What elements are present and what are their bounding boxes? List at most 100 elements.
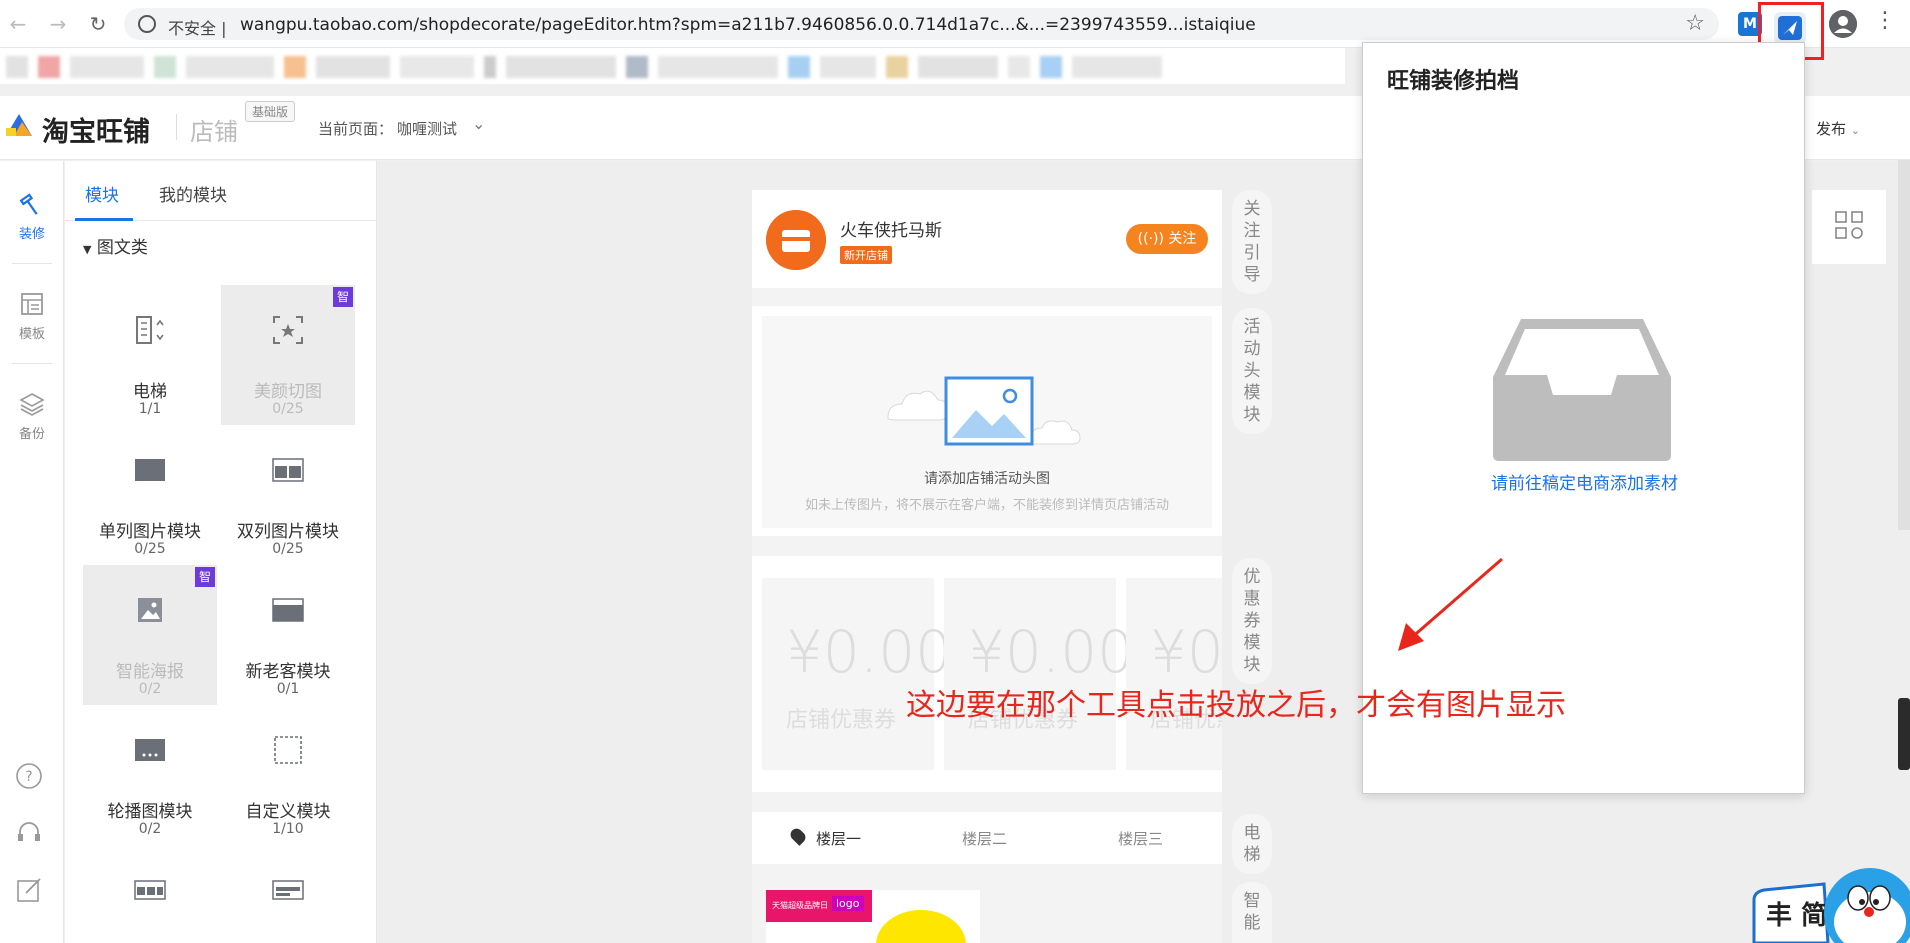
bookmark-item[interactable] (506, 56, 616, 78)
bookmark-item[interactable] (1040, 56, 1062, 78)
current-page-select[interactable]: 咖喱测试 (397, 118, 457, 139)
publish-button[interactable]: 发布 ⌄ (1816, 118, 1860, 139)
bookmark-item[interactable] (186, 56, 274, 78)
bookmark-item[interactable] (6, 56, 28, 78)
rail-item-label: 备份 (18, 427, 45, 442)
forward-arrow-icon[interactable]: → (46, 12, 70, 36)
tab-my-modules[interactable]: 我的模块 (159, 181, 227, 206)
address-bar[interactable]: 不安全 | wangpu.taobao.com/shopdecorate/pag… (124, 8, 1719, 40)
reload-icon[interactable]: ↻ (86, 12, 110, 36)
divider (12, 363, 52, 364)
bookmark-item[interactable] (886, 56, 908, 78)
activity-banner[interactable]: 请添加店铺活动头图 如未上传图片，将不展示在客户端，不能装修到详情页店铺活动 (752, 306, 1222, 536)
url-text[interactable]: wangpu.taobao.com/shopdecorate/pageEdito… (240, 15, 1256, 35)
section-label-elevator[interactable]: 电梯 (1232, 814, 1272, 874)
coupon-card: ¥0.00 店铺优惠券 (1126, 578, 1222, 770)
floor-tab[interactable]: 楼层一 (816, 828, 861, 849)
module-partial[interactable] (83, 845, 217, 943)
bookmark-item[interactable] (38, 56, 60, 78)
module-carousel[interactable]: 轮播图模块 0/2 (83, 705, 217, 845)
rail-item-backup[interactable]: 备份 (0, 389, 64, 473)
module-name: 轮播图模块 (107, 802, 193, 822)
bookmark-item[interactable] (1072, 56, 1162, 78)
promo-image[interactable]: 天猫超级品牌日 logo (766, 890, 980, 943)
category-header[interactable]: ▼ 图文类 (83, 233, 148, 258)
coupon-amount: ¥0.00 (1150, 618, 1222, 686)
coupon-module[interactable]: ¥0.00 店铺优惠券 ¥0.00 店铺优惠券 ¥0.00 店铺优惠券 (752, 556, 1222, 792)
module-name: 美颜切图 (254, 382, 322, 402)
banner-title: 请添加店铺活动头图 (924, 471, 1050, 487)
module-count: 0/25 (272, 541, 304, 557)
module-name: 电梯 (133, 382, 167, 402)
section-label-coupon[interactable]: 优惠券模块 (1232, 558, 1272, 684)
logo-icon (6, 114, 32, 136)
bookmark-item[interactable] (316, 56, 390, 78)
chevron-down-icon[interactable]: ⌄ (472, 114, 485, 133)
level-meter (1898, 698, 1910, 770)
logo-text: 淘宝旺铺 (42, 117, 150, 148)
smart-crop-icon (273, 316, 303, 344)
bookmark-item[interactable] (918, 56, 998, 78)
edit-icon[interactable] (14, 875, 44, 905)
bookmark-item[interactable] (1008, 56, 1030, 78)
annotation-text: 这边要在那个工具点击投放之后，才会有图片显示 (906, 688, 1566, 723)
headset-icon[interactable] (14, 817, 44, 847)
help-icon[interactable]: ? (14, 761, 44, 791)
profile-avatar-icon[interactable] (1829, 10, 1857, 38)
module-single-image[interactable]: 单列图片模块 0/25 (83, 425, 217, 565)
floor-tab[interactable]: 楼层三 (1118, 828, 1163, 849)
shop-tag: 新开店铺 (840, 246, 892, 264)
page-settings-button[interactable] (1812, 190, 1886, 264)
follow-button[interactable]: ((·)) 关注 (1126, 224, 1208, 254)
module-elevator[interactable]: 电梯 1/1 (83, 285, 217, 425)
bookmark-item[interactable] (788, 56, 810, 78)
module-count: 0/2 (138, 681, 162, 697)
back-arrow-icon[interactable]: ← (6, 12, 30, 36)
section-label-follow[interactable]: 关注引导 (1232, 190, 1272, 294)
rail-item-template[interactable]: 模板 (0, 289, 64, 373)
module-smart-poster[interactable]: 智 智能海报 0/2 (83, 565, 217, 705)
poster-icon (138, 598, 162, 622)
template-icon (21, 293, 43, 315)
module-name: 新老客模块 (245, 662, 331, 682)
section-label-text: 优惠券模块 (1243, 567, 1261, 675)
module-partial[interactable] (221, 845, 355, 943)
promo-label: 天猫超级品牌日 (772, 901, 828, 910)
bookmark-item[interactable] (626, 56, 648, 78)
section-label-activity[interactable]: 活动头模块 (1232, 308, 1272, 434)
shop-header[interactable]: 火车侠托马斯 新开店铺 ((·)) 关注 (752, 190, 1222, 288)
bookmark-star-icon[interactable]: ☆ (1685, 11, 1705, 36)
publish-label: 发布 (1816, 120, 1847, 138)
module-customer[interactable]: 新老客模块 0/1 (221, 565, 355, 705)
module-tabs: 模块 我的模块 (65, 161, 377, 221)
section-label-text: 活动头模块 (1243, 317, 1261, 425)
customer-module-icon (272, 598, 304, 622)
mascot-image: 丰 简 (1752, 868, 1910, 943)
add-material-link[interactable]: 请前往稿定电商添加素材 (1363, 469, 1806, 494)
rail-item-decorate[interactable]: 装修 (0, 189, 64, 273)
tab-modules[interactable]: 模块 (85, 181, 119, 206)
current-page-label: 当前页面： (318, 120, 394, 138)
bookmark-item[interactable] (820, 56, 876, 78)
bookmark-item[interactable] (658, 56, 778, 78)
svg-text:?: ? (25, 769, 32, 785)
floor-tab[interactable]: 楼层二 (962, 828, 1007, 849)
bookmark-item[interactable] (284, 56, 306, 78)
bookmark-item[interactable] (154, 56, 176, 78)
single-image-icon (135, 459, 165, 481)
follow-label: 关注 (1168, 231, 1197, 247)
page-scrollbar[interactable] (1898, 160, 1910, 530)
section-label-smart[interactable]: 智能 (1232, 882, 1272, 943)
bookmark-item[interactable] (484, 56, 496, 78)
module-smart-crop[interactable]: 智 美颜切图 0/25 (221, 285, 355, 425)
banner-placeholder: 请添加店铺活动头图 如未上传图片，将不展示在客户端，不能装修到详情页店铺活动 (762, 316, 1212, 528)
module-double-image[interactable]: 双列图片模块 0/25 (221, 425, 355, 565)
module-custom[interactable]: 自定义模块 1/10 (221, 705, 355, 845)
insecure-label: 不安全 | (168, 19, 227, 38)
elevator-icon (136, 316, 164, 344)
bookmark-item[interactable] (400, 56, 474, 78)
info-icon[interactable] (138, 15, 156, 33)
menu-kebab-icon[interactable]: ⋮ (1874, 8, 1896, 33)
bookmark-item[interactable] (70, 56, 144, 78)
module-name: 双列图片模块 (237, 522, 339, 542)
